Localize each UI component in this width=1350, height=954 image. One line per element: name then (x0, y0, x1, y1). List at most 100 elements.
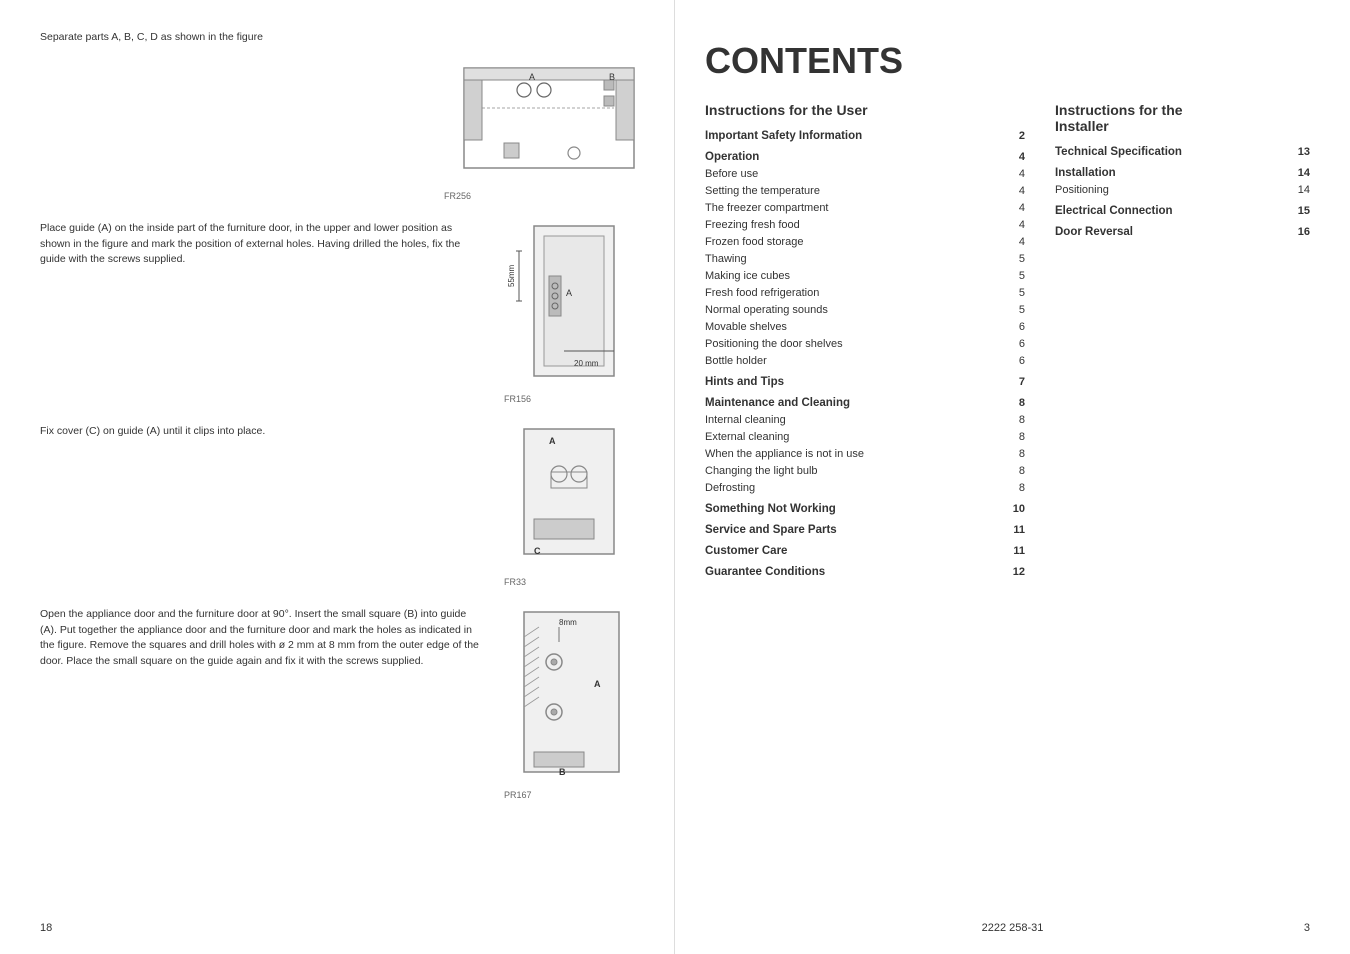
svg-text:55mm: 55mm (507, 264, 516, 287)
toc-entry-page: 5 (1005, 304, 1025, 316)
toc-entry-page: 8 (1005, 397, 1025, 409)
toc-entry-label: The freezer compartment (705, 202, 1005, 214)
figure-fr33: A C (504, 424, 644, 574)
toc-entry-label: Freezing fresh food (705, 219, 1005, 231)
figure-pr167: 8mm A B (504, 607, 644, 787)
toc-entry: Setting the temperature4 (705, 183, 1025, 200)
section-1-diagram: A B FR256 (40, 58, 644, 201)
left-page-number: 18 (40, 922, 52, 934)
toc-entry-label: When the appliance is not in use (705, 448, 1005, 460)
toc-entry: Positioning14 (1055, 182, 1310, 199)
toc-entry-page: 4 (1005, 168, 1025, 180)
toc-entry: The freezer compartment4 (705, 200, 1025, 217)
left-page: Separate parts A, B, C, D as shown in th… (0, 0, 675, 954)
figure-fr256: A B (444, 58, 644, 188)
toc-entry-page: 8 (1005, 465, 1025, 477)
right-page: CONTENTS Instructions for the User Impor… (675, 0, 1350, 954)
toc-entry-page: 5 (1005, 253, 1025, 265)
toc-entry: Making ice cubes5 (705, 268, 1025, 285)
section-3-text: Fix cover (C) on guide (A) until it clip… (40, 424, 484, 440)
figure-fr256-label: FR256 (444, 191, 471, 201)
toc-entry: External cleaning8 (705, 429, 1025, 446)
section-4: Open the appliance door and the furnitur… (40, 607, 644, 800)
section-2-text: Place guide (A) on the inside part of th… (40, 221, 484, 268)
toc-entry-label: Fresh food refrigeration (705, 287, 1005, 299)
toc-entry: Changing the light bulb8 (705, 463, 1025, 480)
toc-entry-page: 5 (1005, 270, 1025, 282)
toc-entry-label: Internal cleaning (705, 414, 1005, 426)
toc-entry-page: 14 (1290, 184, 1310, 196)
toc-entry-page: 4 (1005, 185, 1025, 197)
figure-fr156: 55mm A 20 mm (504, 221, 644, 391)
toc-entry-page: 12 (1005, 566, 1025, 578)
toc-entry: When the appliance is not in use8 (705, 446, 1025, 463)
toc-entry-label: Electrical Connection (1055, 205, 1290, 217)
toc-entry-page: 2 (1005, 130, 1025, 142)
toc-entry-page: 14 (1290, 167, 1310, 179)
contents-title: CONTENTS (705, 40, 1310, 82)
toc-entry: Fresh food refrigeration5 (705, 285, 1025, 302)
toc-entry-page: 6 (1005, 338, 1025, 350)
toc-entry: Something Not Working10 (705, 501, 1025, 518)
toc-entry-label: Door Reversal (1055, 226, 1290, 238)
figure-pr167-label: PR167 (504, 790, 532, 800)
toc-entry-page: 8 (1005, 448, 1025, 460)
svg-text:A: A (594, 679, 601, 689)
toc-entry: Thawing5 (705, 251, 1025, 268)
toc-entry-label: Operation (705, 151, 1005, 163)
toc-installer-entries: Technical Specification13Installation14P… (1055, 144, 1310, 241)
toc-entry-label: Positioning (1055, 184, 1290, 196)
toc-entry: Movable shelves6 (705, 319, 1025, 336)
toc-entry-page: 11 (1005, 545, 1025, 557)
toc-entry-page: 4 (1005, 151, 1025, 163)
figure-fr33-label: FR33 (504, 577, 526, 587)
toc-entry-page: 7 (1005, 376, 1025, 388)
toc-entry: Defrosting8 (705, 480, 1025, 497)
toc-entry: Door Reversal16 (1055, 224, 1310, 241)
svg-text:B: B (559, 767, 566, 777)
toc-entry-label: Bottle holder (705, 355, 1005, 367)
section-1: Separate parts A, B, C, D as shown in th… (40, 30, 644, 201)
toc-entry: Normal operating sounds5 (705, 302, 1025, 319)
svg-text:8mm: 8mm (559, 618, 577, 627)
toc-entry-page: 8 (1005, 414, 1025, 426)
toc-entry-label: Something Not Working (705, 503, 1005, 515)
toc-entry-page: 11 (1005, 524, 1025, 536)
installer-instructions-column: Instructions for the Installer Technical… (1045, 102, 1310, 581)
toc-entry-label: Changing the light bulb (705, 465, 1005, 477)
toc-entry-page: 13 (1290, 146, 1310, 158)
toc-entry: Positioning the door shelves6 (705, 336, 1025, 353)
right-page-number: 3 (1304, 922, 1310, 934)
toc-entry-page: 5 (1005, 287, 1025, 299)
toc-entry-label: Hints and Tips (705, 376, 1005, 388)
toc-entry: Installation14 (1055, 165, 1310, 182)
toc-entry-page: 4 (1005, 236, 1025, 248)
figure-fr156-label: FR156 (504, 394, 531, 404)
toc-entry-label: Defrosting (705, 482, 1005, 494)
toc-entry-page: 15 (1290, 205, 1310, 217)
toc-entry-label: Customer Care (705, 545, 1005, 557)
svg-text:A: A (529, 72, 535, 82)
toc-entry-label: Before use (705, 168, 1005, 180)
svg-text:20 mm: 20 mm (574, 359, 599, 368)
toc-entry-page: 8 (1005, 431, 1025, 443)
toc-entry: Operation4 (705, 149, 1025, 166)
toc-entry-label: Guarantee Conditions (705, 566, 1005, 578)
toc-entry: Customer Care11 (705, 543, 1025, 560)
toc-entry-label: Installation (1055, 167, 1290, 179)
user-section-heading: Instructions for the User (705, 102, 1025, 118)
toc-entry-page: 16 (1290, 226, 1310, 238)
svg-text:A: A (566, 288, 572, 298)
toc-entry: Electrical Connection15 (1055, 203, 1310, 220)
toc-entry-label: Making ice cubes (705, 270, 1005, 282)
svg-text:B: B (609, 72, 615, 82)
toc-entry-label: External cleaning (705, 431, 1005, 443)
doc-code: 2222 258-31 (982, 922, 1044, 934)
toc-entry-page: 6 (1005, 355, 1025, 367)
toc-entry: Maintenance and Cleaning8 (705, 395, 1025, 412)
svg-text:C: C (534, 546, 541, 556)
toc-user-entries: Important Safety Information2Operation4B… (705, 128, 1025, 581)
toc-entry-page: 10 (1005, 503, 1025, 515)
contents-columns: Instructions for the User Important Safe… (705, 102, 1310, 581)
toc-entry: Guarantee Conditions12 (705, 564, 1025, 581)
